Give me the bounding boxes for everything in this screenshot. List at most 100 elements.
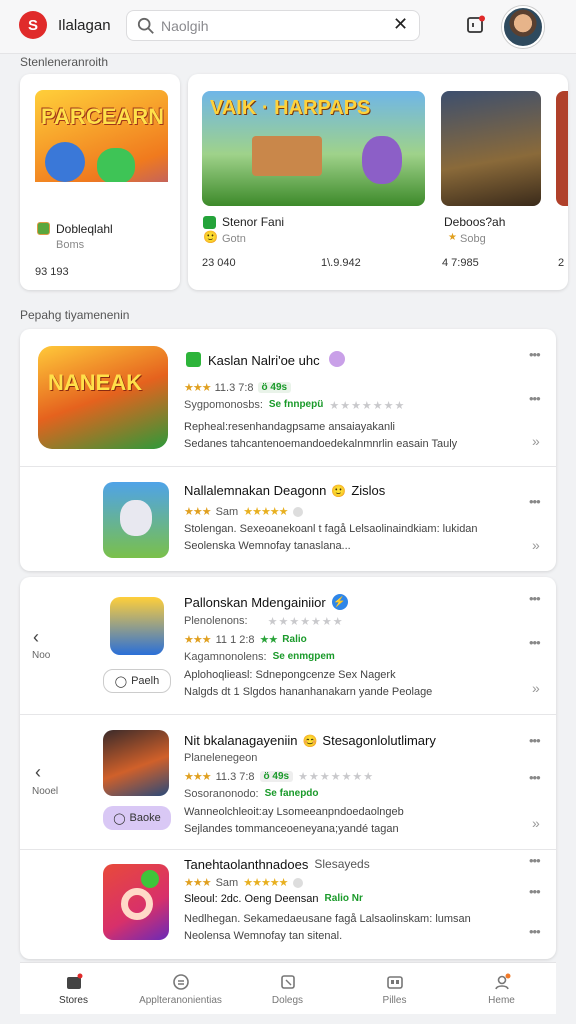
rating-row: ★★★ 11.3 7:8 ö 49s xyxy=(184,381,292,394)
app-category: Sosoranonodo: xyxy=(184,788,259,800)
info-icon xyxy=(292,877,303,888)
store-icon xyxy=(66,973,82,989)
nav-tab-home[interactable]: Heme xyxy=(448,963,555,1015)
more-options-icon[interactable]: ••• xyxy=(529,884,541,899)
artwork-title: VAIK · HARPAPS xyxy=(210,97,371,119)
app-category: Sleoul: 2dc. Oeng Deensan xyxy=(184,893,319,905)
app-badge-icon xyxy=(203,216,216,229)
character-shape xyxy=(45,142,85,182)
card-subtitle: Boms xyxy=(56,239,85,251)
open-button[interactable]: ◯ Paelh xyxy=(103,669,171,693)
user-avatar[interactable] xyxy=(502,6,544,48)
app-category: Sygpomonosbs: xyxy=(184,399,263,411)
app-description: Repheal:resenhandagpsame ansaiayakanli S… xyxy=(184,419,524,453)
star-rating-icon: ★★ xyxy=(259,634,279,646)
card-title: Stenor Fani xyxy=(222,215,285,229)
green-tag: Ralio xyxy=(282,634,307,645)
search-icon xyxy=(137,17,154,34)
apps-icon xyxy=(172,973,189,990)
card-info: Dobleqlahl Boms 93 193 xyxy=(20,182,180,290)
clear-search-icon[interactable]: ✕ xyxy=(393,14,408,35)
chevron-left-icon[interactable]: ‹ xyxy=(35,762,41,783)
list-item[interactable]: Tanehtaolanthnadoes Slesayeds ••• ★★★ Sa… xyxy=(20,850,556,958)
rating-row: ★★★ 11.3 7:8 ö 49s ★★★★★★★ xyxy=(184,770,374,784)
character-shape xyxy=(120,500,152,536)
title-row: Nit bkalanagayeniin 😊 Stesagonlolutlimar… xyxy=(184,733,436,748)
empty-stars-icon: ★★★★★★★ xyxy=(329,400,406,412)
card-count: 93 193 xyxy=(35,266,69,278)
list-item[interactable]: ‹ Nooel ◯ Baoke Nit bkalanagayeniin 😊 Ste… xyxy=(20,715,556,849)
sub-row: Sosoranonodo: Se fanepdo xyxy=(184,788,319,800)
app-title: Nallalemnakan Deagonn xyxy=(184,483,327,498)
more-options-icon[interactable]: ••• xyxy=(529,591,541,606)
chevron-right-icon[interactable]: » xyxy=(532,537,540,553)
star-rating-icon: ★★★ xyxy=(184,771,212,783)
app-icon: NANEAK xyxy=(38,346,168,449)
game-artwork: VAIK · HARPAPS xyxy=(202,91,425,206)
rating-value: Sam xyxy=(215,876,239,889)
app-category: Planelenegeon xyxy=(184,752,258,764)
app-icon xyxy=(103,864,169,940)
emoji-icon: 🙂 xyxy=(203,230,218,244)
more-options-icon[interactable]: ••• xyxy=(529,494,541,509)
featured-card[interactable]: PARCEARN Dobleqlahl Boms 93 193 xyxy=(20,74,180,290)
app-description: Stolengan. Sexeoanekoanl t fagå Lelsaoli… xyxy=(184,521,524,555)
app-badge-icon xyxy=(186,352,201,367)
star-icon: ★ xyxy=(448,232,457,243)
app-logo[interactable]: S xyxy=(19,11,47,39)
meta-badge: ö 49s xyxy=(259,771,294,782)
nav-tab-books[interactable]: Pilles xyxy=(341,963,448,1015)
character-shape xyxy=(362,136,402,184)
nav-tab-stores[interactable]: Stores xyxy=(20,963,127,1015)
description-line: Nalgds dt 1 Slgdos hananhanakarn yande P… xyxy=(184,686,433,698)
title-suffix: Slesayeds xyxy=(314,857,370,871)
bottom-navigation: Stores Applteranonientias Dolegs Pilles … xyxy=(20,962,556,1014)
rating-value: 11.3 7:8 xyxy=(214,381,254,394)
more-options-icon[interactable]: ••• xyxy=(529,770,541,785)
notifications-icon[interactable] xyxy=(466,15,486,35)
list-item[interactable]: Nallalemnakan Deagonn 🙂 Zislos ★★★ Sam ★… xyxy=(20,467,556,571)
card-subtitle: Gotn xyxy=(222,233,246,245)
star-rating-icon: ★★★ xyxy=(184,506,212,518)
more-options-icon[interactable]: ••• xyxy=(529,391,541,406)
nav-tab-games[interactable]: Dolegs xyxy=(234,963,341,1015)
app-logo-shape xyxy=(121,888,153,920)
artwork-title: PARCEARN xyxy=(41,104,165,129)
more-options-icon[interactable]: ••• xyxy=(529,853,541,868)
more-options-icon[interactable]: ••• xyxy=(529,924,541,939)
star-rating-icon: ★★★★★ xyxy=(243,877,288,889)
side-label: Nooel xyxy=(32,786,59,797)
nav-tab-apps[interactable]: Applteranonientias xyxy=(127,963,234,1015)
star-rating-icon: ★★★ xyxy=(184,382,212,394)
more-options-icon[interactable]: ••• xyxy=(529,733,541,748)
info-icon xyxy=(292,506,303,517)
card-title: Dobleqlahl xyxy=(56,222,113,236)
app-list-group: NANEAK Kaslan Nalri'oe uhc ••• ★★★ 11.3 … xyxy=(20,329,556,571)
app-description: Wanneolchleoit:ay Lsomeeanpndoedaolngeb … xyxy=(184,804,524,838)
search-bar[interactable]: ✕ xyxy=(126,10,420,41)
chevron-right-icon[interactable]: » xyxy=(532,433,540,449)
emoji-icon: 😊 xyxy=(302,733,318,748)
more-options-icon[interactable]: ••• xyxy=(529,347,541,362)
featured-card-wide[interactable]: VAIK · HARPAPS Stenor Fani Gotn 🙂 23 040… xyxy=(188,74,568,290)
app-description: Aplohoqlieasl: Sdnepongcenze Sex Nagerk … xyxy=(184,667,524,701)
emoji-icon: 🙂 xyxy=(331,483,347,498)
list-item[interactable]: ‹ Noo ◯ Paelh Pallonskan Mdengainiior ⚡ •… xyxy=(20,577,556,714)
clock-icon: ◯ xyxy=(113,812,126,825)
featured-section-title: Stenleneranroith xyxy=(20,55,109,69)
open-button[interactable]: ◯ Baoke xyxy=(103,806,171,830)
rating-row: ★★★ Sam ★★★★★ xyxy=(184,505,303,518)
chevron-right-icon[interactable]: » xyxy=(532,680,540,696)
card-count: 4 7:985 xyxy=(442,257,479,269)
rating-value: 11 1 2:8 xyxy=(215,633,255,646)
nav-label: Stores xyxy=(59,994,88,1006)
list-item[interactable]: NANEAK Kaslan Nalri'oe uhc ••• ★★★ 11.3 … xyxy=(20,329,556,466)
more-options-icon[interactable]: ••• xyxy=(529,635,541,650)
search-input[interactable] xyxy=(161,15,381,37)
chevron-right-icon[interactable]: » xyxy=(532,815,540,831)
description-line: Sedanes tahcantenoemandoedekalnmnrlin ea… xyxy=(184,438,458,450)
green-tag: Se fnnpepü xyxy=(268,399,324,410)
chevron-left-icon[interactable]: ‹ xyxy=(33,627,39,648)
sub-row: Sleoul: 2dc. Oeng Deensan Ralio Nr xyxy=(184,893,363,905)
title-row: Pallonskan Mdengainiior ⚡ xyxy=(184,594,348,610)
